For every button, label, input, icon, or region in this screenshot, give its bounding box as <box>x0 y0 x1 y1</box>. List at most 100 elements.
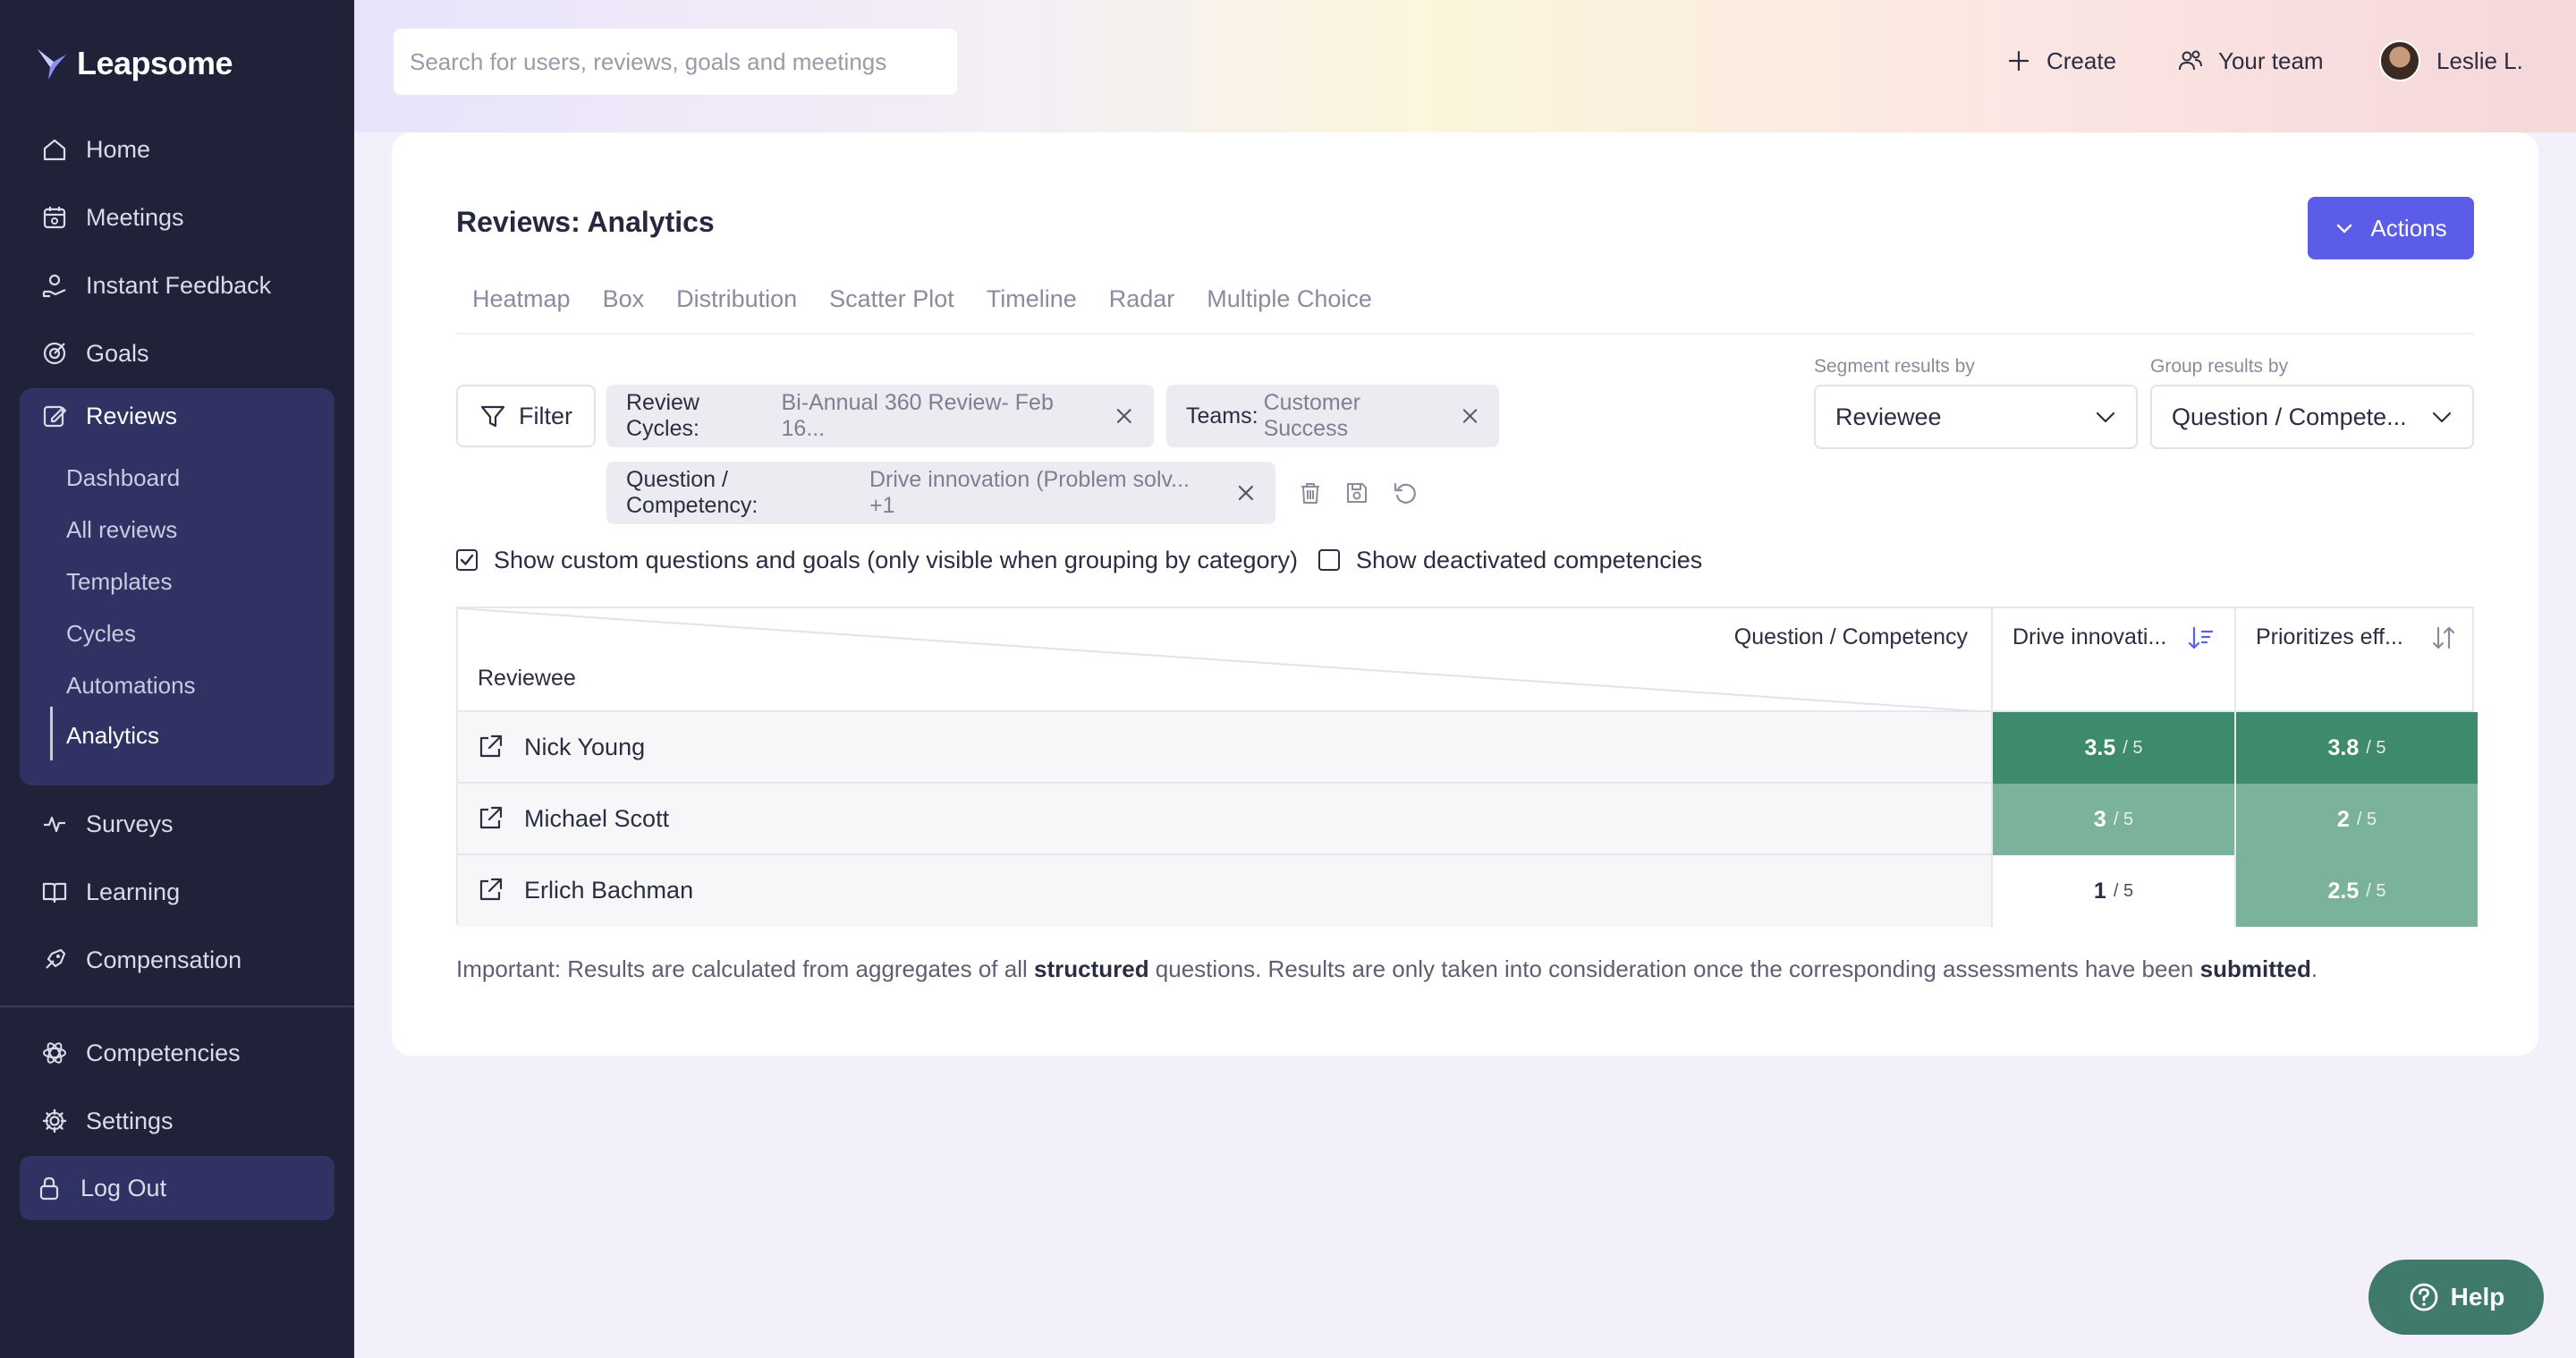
sidebar-item-settings[interactable]: Settings <box>20 1093 335 1149</box>
chip-key: Question / Competency: <box>626 467 758 518</box>
analytics-card: Reviews: Analytics Actions Heatmap Box D… <box>392 132 2538 1056</box>
heatmap-cell[interactable]: 3.8 / 5 <box>2234 712 2478 784</box>
check-icon <box>460 554 474 565</box>
heatmap-cell[interactable]: 2.5 / 5 <box>2234 855 2478 927</box>
sidebar-item-competencies[interactable]: Competencies <box>20 1025 335 1081</box>
tab-scatter-plot[interactable]: Scatter Plot <box>829 279 954 318</box>
sidebar-item-reviews[interactable]: Reviews <box>20 388 335 444</box>
filter-chip-review-cycles[interactable]: Review Cycles: Bi-Annual 360 Review- Feb… <box>606 385 1154 447</box>
actions-button[interactable]: Actions <box>2308 197 2474 259</box>
sidebar-item-learning[interactable]: Learning <box>20 864 335 920</box>
tab-box[interactable]: Box <box>603 279 645 318</box>
reset-icon[interactable] <box>1392 480 1419 506</box>
group-value: Question / Compete... <box>2172 403 2407 430</box>
sidebar-divider <box>0 1006 354 1007</box>
logout-button[interactable]: Log Out <box>20 1156 335 1220</box>
sidebar-item-label: Compensation <box>86 946 242 973</box>
cell-denominator: / 5 <box>2366 737 2386 758</box>
sidebar-subitem-templates[interactable]: Templates <box>66 560 173 603</box>
filter-chip-teams[interactable]: Teams: Customer Success <box>1166 385 1499 447</box>
results-note: Important: Results are calculated from a… <box>456 955 2318 983</box>
note-text: Important: Results are calculated from a… <box>456 955 1034 982</box>
sidebar-subitem-all-reviews[interactable]: All reviews <box>66 508 177 551</box>
close-icon[interactable] <box>1236 483 1256 503</box>
chevron-down-icon <box>2432 412 2452 423</box>
sort-desc-icon[interactable] <box>2186 624 2215 653</box>
atom-icon <box>43 1042 66 1064</box>
tab-timeline[interactable]: Timeline <box>987 279 1077 318</box>
note-text: questions. Results are only taken into c… <box>1148 955 2200 982</box>
sidebar-item-goals[interactable]: Goals <box>20 326 335 381</box>
table-header: Question / Competency Reviewee Drive inn… <box>458 608 2472 712</box>
heatmap-cell[interactable]: 2 / 5 <box>2234 784 2478 855</box>
reviewee-link[interactable]: Erlich Bachman <box>476 855 693 925</box>
show-deactivated-checkbox[interactable]: Show deactivated competencies <box>1318 542 1702 578</box>
close-icon[interactable] <box>1461 406 1479 426</box>
sidebar-item-home[interactable]: Home <box>20 122 335 177</box>
help-button[interactable]: Help <box>2368 1260 2544 1335</box>
cell-value: 2.5 <box>2327 878 2360 904</box>
reviewee-link[interactable]: Nick Young <box>476 712 645 782</box>
plus-icon <box>2008 50 2029 72</box>
sidebar-subitem-analytics[interactable]: Analytics <box>66 714 159 757</box>
sidebar: Leapsome Home Meetings Instant Feedback … <box>0 0 354 1358</box>
cell-value: 3.5 <box>2084 734 2116 760</box>
heatmap-cell[interactable]: 1 / 5 <box>1991 855 2234 927</box>
heatmap-cell[interactable]: 3 / 5 <box>1991 784 2234 855</box>
group-select[interactable]: Question / Compete... <box>2150 385 2474 449</box>
column-label: Prioritizes eff... <box>2256 624 2403 649</box>
sidebar-item-meetings[interactable]: Meetings <box>20 190 335 245</box>
top-bar: Create Your team Leslie L. <box>354 0 2576 132</box>
save-icon[interactable] <box>1343 480 1370 506</box>
sort-icon[interactable] <box>2429 624 2458 653</box>
external-link-icon <box>479 734 503 758</box>
sidebar-item-surveys[interactable]: Surveys <box>20 796 335 852</box>
gear-icon <box>42 1108 67 1133</box>
cell-value: 3 <box>2093 806 2106 832</box>
cell-denominator: / 5 <box>2113 880 2134 901</box>
reviewee-link[interactable]: Michael Scott <box>476 784 669 853</box>
app-name: Leapsome <box>77 45 233 81</box>
group-label: Group results by <box>2150 356 2289 377</box>
sidebar-subitem-dashboard[interactable]: Dashboard <box>66 456 180 499</box>
your-team-button[interactable]: Your team <box>2177 39 2324 82</box>
sidebar-item-label: Goals <box>86 339 149 367</box>
reviewee-name: Michael Scott <box>524 804 670 832</box>
show-custom-questions-checkbox[interactable]: Show custom questions and goals (only vi… <box>456 542 1298 578</box>
sidebar-item-label: Surveys <box>86 810 174 837</box>
tab-distribution[interactable]: Distribution <box>676 279 797 318</box>
trash-icon[interactable] <box>1297 480 1324 506</box>
checkbox-label: Show deactivated competencies <box>1356 546 1703 573</box>
filter-label: Filter <box>519 402 572 429</box>
cell-value: 3.8 <box>2327 734 2360 760</box>
create-button[interactable]: Create <box>2005 39 2116 82</box>
chip-value: Drive innovation (Problem solv... +1 <box>869 467 1190 518</box>
cell-value: 2 <box>2336 806 2350 832</box>
cell-denominator: / 5 <box>2366 880 2386 901</box>
column-header[interactable]: Prioritizes eff... <box>2234 608 2478 712</box>
money-rocket-icon <box>46 948 66 969</box>
sidebar-subitem-automations[interactable]: Automations <box>66 664 196 707</box>
tab-heatmap[interactable]: Heatmap <box>472 279 571 318</box>
lock-icon <box>39 1176 59 1201</box>
segment-select[interactable]: Reviewee <box>1814 385 2138 449</box>
user-menu[interactable]: Leslie L. <box>2379 39 2523 82</box>
close-icon[interactable] <box>1114 406 1134 426</box>
help-label: Help <box>2450 1283 2505 1311</box>
chevron-down-icon <box>2096 412 2115 423</box>
heatmap-cell[interactable]: 3.5 / 5 <box>1991 712 2234 784</box>
search-input[interactable] <box>394 29 957 95</box>
tab-multiple-choice[interactable]: Multiple Choice <box>1207 279 1372 318</box>
sidebar-subitem-cycles[interactable]: Cycles <box>66 612 136 655</box>
tab-radar[interactable]: Radar <box>1109 279 1175 318</box>
filter-chip-question-competency[interactable]: Question / Competency: Drive innovation … <box>606 462 1275 524</box>
checkbox-checked[interactable] <box>456 549 478 571</box>
sidebar-item-compensation[interactable]: Compensation <box>20 932 335 988</box>
leapsome-logo[interactable]: Leapsome <box>36 41 233 86</box>
note-bold: structured <box>1034 955 1149 982</box>
sidebar-item-instant-feedback[interactable]: Instant Feedback <box>20 258 335 313</box>
filter-button[interactable]: Filter <box>456 385 596 447</box>
column-header[interactable]: Drive innovati... <box>1991 608 2234 712</box>
header-reviewee: Reviewee <box>478 666 576 691</box>
checkbox-unchecked[interactable] <box>1318 549 1340 571</box>
